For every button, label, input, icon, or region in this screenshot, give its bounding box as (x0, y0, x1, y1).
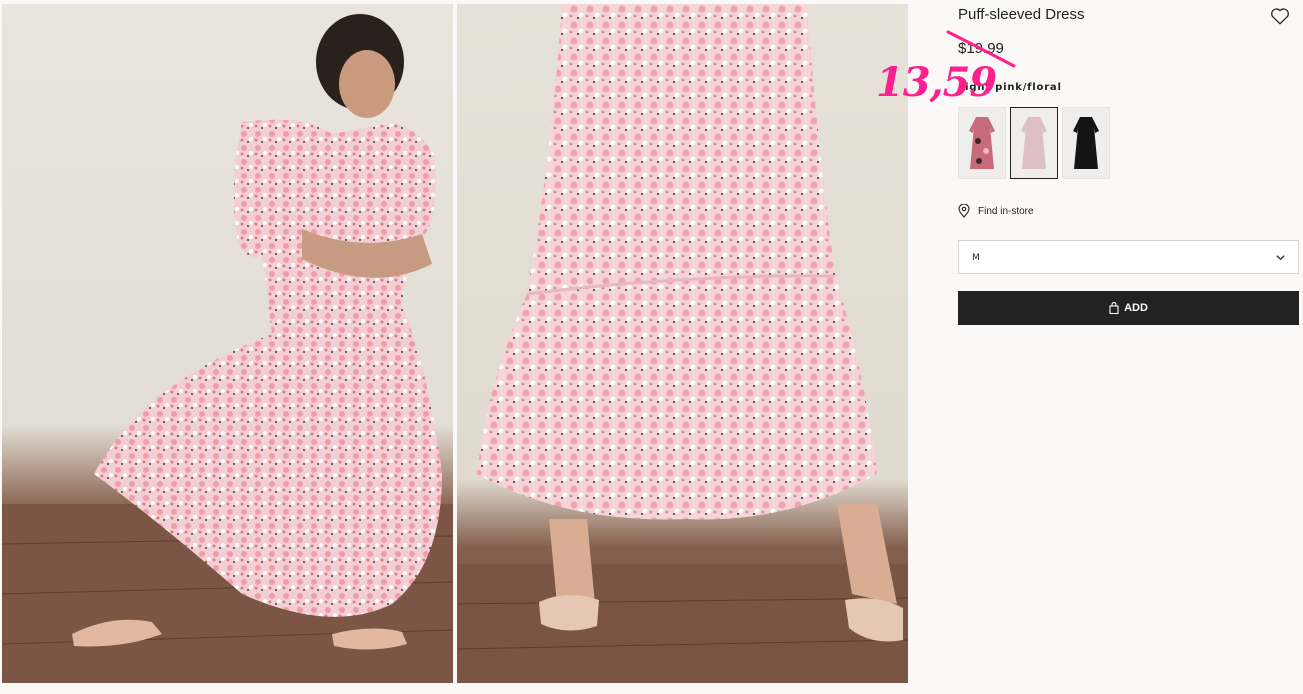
chevron-down-icon (1276, 255, 1285, 261)
selected-size: M (972, 253, 980, 263)
swatch-black[interactable] (1062, 107, 1110, 179)
dress-detail-illustration (457, 4, 908, 683)
product-image-skirt-detail[interactable] (457, 4, 908, 683)
sale-price-handwritten: 13,59 (876, 59, 997, 106)
product-details-panel: Puff-sleeved Dress $19.99 Light pink/flo… (876, 0, 1299, 694)
product-gallery (0, 0, 910, 694)
dress-thumbnail-black (1073, 117, 1099, 169)
map-pin-icon (958, 204, 970, 218)
heart-outline-icon (1271, 8, 1289, 25)
swatch-dark-pink-floral[interactable] (958, 107, 1006, 179)
swatch-light-pink-floral[interactable] (1010, 107, 1058, 179)
shopping-bag-icon (1109, 302, 1119, 314)
product-title: Puff-sleeved Dress (958, 6, 1085, 23)
find-in-store-link[interactable]: Find in-store (958, 204, 1034, 218)
find-in-store-label: Find in-store (978, 205, 1034, 217)
size-dropdown[interactable]: M (958, 240, 1299, 274)
dress-thumbnail-dark-floral (969, 117, 995, 169)
dress-thumbnail-light-floral (1021, 117, 1047, 169)
dress-photo-illustration (2, 14, 453, 683)
favorite-button[interactable] (1269, 5, 1291, 27)
product-image-model-seated[interactable] (2, 4, 453, 683)
add-button-label: ADD (1124, 302, 1148, 314)
color-swatches (958, 107, 1110, 179)
add-to-bag-button[interactable]: ADD (958, 291, 1299, 325)
